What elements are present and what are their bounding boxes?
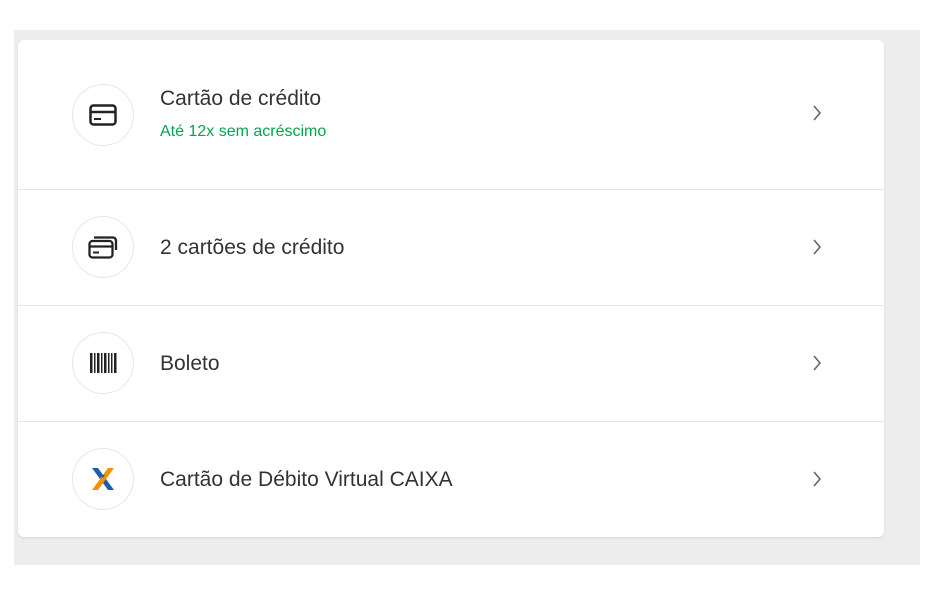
installments-note: Até 12x sem acréscimo — [160, 123, 327, 140]
chevron-right-icon — [810, 237, 824, 257]
caixa-debit-text: Cartão de Débito Virtual CAIXA — [160, 467, 453, 493]
payment-option-boleto[interactable]: Boleto — [18, 306, 884, 422]
option-title: Cartão de Débito Virtual CAIXA — [160, 468, 453, 491]
barcode-icon-container — [72, 332, 134, 394]
credit-card-text: Cartão de crédito Até 12x sem acréscimo — [160, 86, 326, 142]
credit-card-icon-container — [72, 84, 134, 146]
two-credit-cards-icon — [88, 236, 118, 259]
option-title: 2 cartões de crédito — [160, 236, 345, 259]
caixa-logo-icon-container — [72, 448, 134, 510]
barcode-icon — [90, 353, 117, 373]
payment-option-two-credit-cards[interactable]: 2 cartões de crédito — [18, 190, 884, 306]
chevron-right-icon — [810, 469, 824, 489]
two-credit-cards-icon-container — [72, 216, 134, 278]
chevron-right-icon — [810, 353, 824, 373]
credit-card-icon — [89, 104, 117, 126]
caixa-logo-icon — [92, 468, 114, 490]
payment-option-caixa-debit[interactable]: Cartão de Débito Virtual CAIXA — [18, 422, 884, 537]
two-credit-cards-text: 2 cartões de crédito — [160, 235, 344, 261]
payment-methods-card: Cartão de crédito Até 12x sem acréscimo — [18, 40, 884, 537]
payment-option-credit-card[interactable]: Cartão de crédito Até 12x sem acréscimo — [18, 40, 884, 190]
boleto-text: Boleto — [160, 351, 220, 377]
page: Cartão de crédito Até 12x sem acréscimo — [0, 0, 934, 589]
chevron-right-icon — [810, 103, 824, 123]
option-title: Cartão de crédito — [160, 87, 322, 110]
option-title: Boleto — [160, 352, 220, 375]
